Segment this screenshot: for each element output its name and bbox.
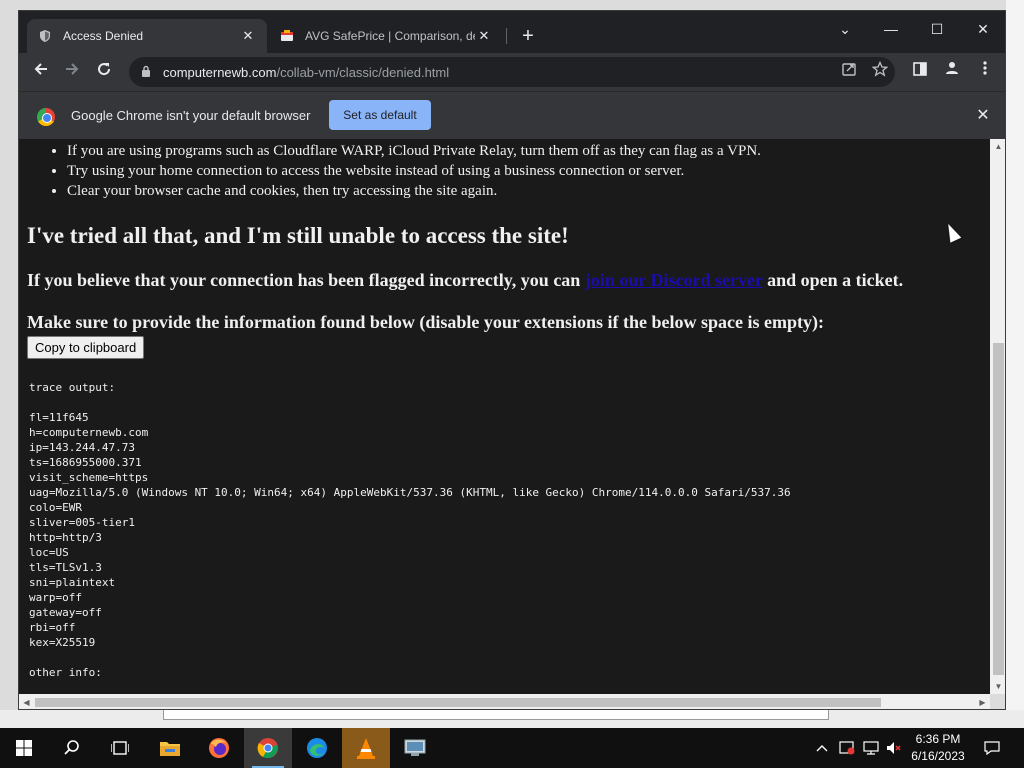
start-button[interactable] — [0, 728, 48, 768]
url-path: /collab-vm/classic/denied.html — [276, 64, 450, 80]
clock-date: 6/16/2023 — [911, 749, 965, 763]
horizontal-scrollbar[interactable]: ◀ ▶ — [19, 694, 990, 709]
vertical-scroll-thumb[interactable] — [993, 343, 1004, 675]
scrollbar-corner — [990, 694, 1005, 709]
desktop-window-edge — [1006, 0, 1024, 728]
volume-muted-icon[interactable] — [884, 728, 904, 768]
notifications-icon[interactable] — [978, 728, 1006, 768]
folder-icon — [160, 742, 180, 756]
search-button[interactable] — [48, 728, 96, 768]
copy-to-clipboard-button[interactable]: Copy to clipboard — [27, 336, 145, 359]
flagged-paragraph: If you believe that your connection has … — [27, 270, 903, 291]
desktop-window-edge-bottom — [0, 710, 1024, 728]
vlc-cone-icon — [357, 738, 375, 759]
flagged-text-end: and open a ticket. — [762, 270, 904, 290]
control-panel-icon — [404, 739, 426, 756]
close-window-button[interactable]: ✕ — [963, 15, 1003, 43]
list-item: Clear your browser cache and cookies, th… — [67, 181, 967, 201]
scroll-down-icon[interactable]: ▼ — [990, 679, 1005, 694]
chrome-icon — [257, 738, 278, 759]
chrome-taskbar-button[interactable] — [244, 728, 292, 768]
close-infobar-icon[interactable]: ✕ — [973, 106, 993, 126]
profile-icon[interactable] — [940, 60, 964, 84]
bookmark-star-icon[interactable] — [870, 60, 890, 81]
new-tab-button[interactable]: + — [516, 25, 540, 49]
chrome-window: Access Denied ✕ AVG SafePrice | Comparis… — [18, 10, 1006, 710]
background-window-frame — [163, 710, 829, 720]
set-as-default-button[interactable]: Set as default — [329, 100, 431, 130]
infobar-message: Google Chrome isn't your default browser — [71, 108, 311, 123]
trace-output: trace output: fl=11f645 h=computernewb.c… — [29, 381, 791, 679]
network-icon[interactable] — [860, 728, 882, 768]
scroll-up-icon[interactable]: ▲ — [990, 139, 1005, 154]
vertical-scrollbar[interactable]: ▲ ▼ — [990, 139, 1005, 694]
edge-icon — [307, 738, 327, 758]
side-panel-icon[interactable] — [908, 60, 932, 84]
chrome-logo-icon — [37, 108, 55, 126]
close-tab-icon[interactable]: ✕ — [475, 27, 493, 45]
close-tab-icon[interactable]: ✕ — [239, 27, 257, 45]
reload-icon — [98, 63, 111, 76]
windows-logo-icon — [16, 740, 32, 756]
forward-arrow-icon — [66, 63, 79, 75]
tab-avg-safeprice[interactable]: AVG SafePrice | Comparison, deals, c ✕ — [269, 19, 503, 53]
show-hidden-icons-chevron-icon[interactable] — [812, 728, 832, 768]
maximize-button[interactable]: ☐ — [917, 15, 957, 43]
edge-button[interactable] — [293, 728, 341, 768]
firefox-button[interactable] — [195, 728, 243, 768]
tab-search-chevron-icon[interactable]: ⌄ — [825, 15, 865, 43]
firefox-icon — [209, 738, 229, 758]
scroll-right-icon[interactable]: ▶ — [975, 694, 990, 709]
file-explorer-button[interactable] — [146, 728, 194, 768]
task-view-icon — [111, 741, 129, 755]
address-bar[interactable]: computernewb.com/collab-vm/classic/denie… — [129, 57, 895, 87]
avg-safeprice-icon — [279, 28, 295, 44]
page-heading: I've tried all that, and I'm still unabl… — [27, 223, 569, 248]
control-panel-button[interactable] — [391, 728, 439, 768]
discord-link[interactable]: join our Discord server — [585, 270, 763, 290]
vlc-button[interactable] — [342, 728, 390, 768]
flagged-text: If you believe that your connection has … — [27, 270, 585, 290]
page-content: If you are using programs such as Cloudf… — [19, 139, 990, 694]
tab-title: AVG SafePrice | Comparison, deals, c — [305, 29, 475, 43]
back-button[interactable] — [29, 60, 53, 84]
minimize-button[interactable]: — — [871, 15, 911, 43]
tips-list: If you are using programs such as Cloudf… — [67, 141, 967, 201]
shield-icon — [37, 28, 53, 44]
horizontal-scroll-thumb[interactable] — [35, 698, 881, 707]
task-view-button[interactable] — [96, 728, 144, 768]
clock-time: 6:36 PM — [915, 732, 961, 746]
tab-access-denied[interactable]: Access Denied ✕ — [27, 19, 267, 53]
share-icon[interactable] — [839, 61, 859, 81]
provide-info-paragraph: Make sure to provide the information fou… — [27, 312, 825, 332]
forward-button[interactable] — [60, 60, 84, 84]
tab-separator — [506, 28, 507, 44]
default-browser-infobar: Google Chrome isn't your default browser… — [19, 91, 1005, 139]
more-menu-icon[interactable] — [973, 60, 997, 84]
browser-toolbar: computernewb.com/collab-vm/classic/denie… — [19, 53, 1005, 91]
security-alert-icon[interactable] — [836, 728, 858, 768]
reload-button[interactable] — [92, 60, 116, 84]
scroll-left-icon[interactable]: ◀ — [19, 694, 34, 709]
list-item: Try using your home connection to access… — [67, 161, 967, 181]
tab-title: Access Denied — [63, 29, 144, 43]
list-item: If you are using programs such as Cloudf… — [67, 141, 967, 161]
lock-icon — [141, 65, 155, 80]
back-arrow-icon — [34, 63, 47, 75]
taskbar-clock[interactable]: 6:36 PM 6/16/2023 — [905, 731, 971, 765]
url-host: computernewb.com — [163, 64, 277, 80]
windows-taskbar: 6:36 PM 6/16/2023 — [0, 728, 1024, 768]
search-icon — [64, 740, 79, 755]
tab-strip: Access Denied ✕ AVG SafePrice | Comparis… — [19, 11, 1005, 53]
